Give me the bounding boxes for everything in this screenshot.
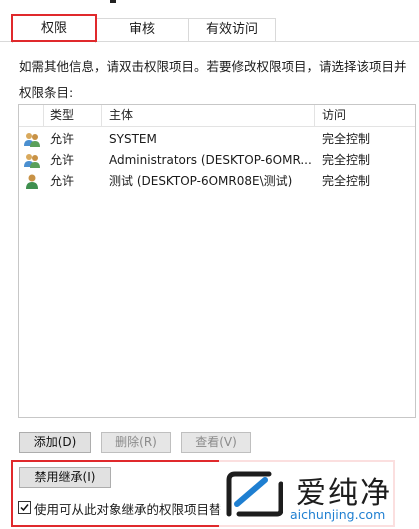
tab-effective-access[interactable]: 有效访问 xyxy=(188,18,276,41)
tab-auditing[interactable]: 审核 xyxy=(95,18,189,41)
entry-access: 完全控制 xyxy=(322,174,371,188)
user-icon xyxy=(26,174,38,189)
remove-button[interactable]: 删除(R) xyxy=(101,432,171,453)
watermark-name: 爱纯净 xyxy=(296,476,392,511)
list-item[interactable]: 允许 Administrators (DESKTOP-6OMR... 完全控制 xyxy=(19,150,415,171)
entry-principal: 测试 (DESKTOP-6OMR08E\测试) xyxy=(109,174,293,188)
permission-entries-label: 权限条目: xyxy=(19,85,74,100)
add-button[interactable]: 添加(D) xyxy=(19,432,91,453)
entry-type: 允许 xyxy=(50,153,75,167)
entry-type: 允许 xyxy=(50,132,75,146)
entry-access: 完全控制 xyxy=(322,153,371,167)
group-users-icon xyxy=(24,154,40,168)
disable-inheritance-button[interactable]: 禁用继承(I) xyxy=(19,467,111,488)
tab-permissions[interactable]: 权限 xyxy=(12,14,96,43)
column-header-principal[interactable]: 主体 xyxy=(109,105,133,126)
window-top-strip xyxy=(0,0,419,8)
column-divider xyxy=(43,105,44,126)
permission-entries-list[interactable]: 类型 主体 访问 允许 SYSTEM 完全控制 允许 Administrator… xyxy=(18,104,416,418)
info-text: 如需其他信息，请双击权限项目。若要修改权限项目，请选择该项目并 xyxy=(19,59,407,74)
window-top-mark xyxy=(110,0,116,3)
column-divider xyxy=(314,105,315,126)
entry-type: 允许 xyxy=(50,174,75,188)
watermark-url: aichunjing.com xyxy=(290,507,386,522)
list-item[interactable]: 允许 SYSTEM 完全控制 xyxy=(19,129,415,150)
entry-principal: SYSTEM xyxy=(109,132,157,146)
entry-principal: Administrators (DESKTOP-6OMR... xyxy=(109,153,312,167)
view-button[interactable]: 查看(V) xyxy=(181,432,251,453)
entry-access: 完全控制 xyxy=(322,132,371,146)
column-header-access[interactable]: 访问 xyxy=(322,105,346,126)
column-header-type[interactable]: 类型 xyxy=(50,105,74,126)
inherit-permissions-checkbox[interactable] xyxy=(18,501,31,514)
group-users-icon xyxy=(24,133,40,147)
list-item[interactable]: 允许 测试 (DESKTOP-6OMR08E\测试) 完全控制 xyxy=(19,171,415,192)
column-divider xyxy=(101,105,102,126)
list-header: 类型 主体 访问 xyxy=(19,105,415,127)
inherit-permissions-label[interactable]: 使用可从此对象继承的权限项目替 xyxy=(34,499,222,518)
checkmark-icon xyxy=(20,504,29,512)
watermark-logo-icon xyxy=(226,471,283,517)
